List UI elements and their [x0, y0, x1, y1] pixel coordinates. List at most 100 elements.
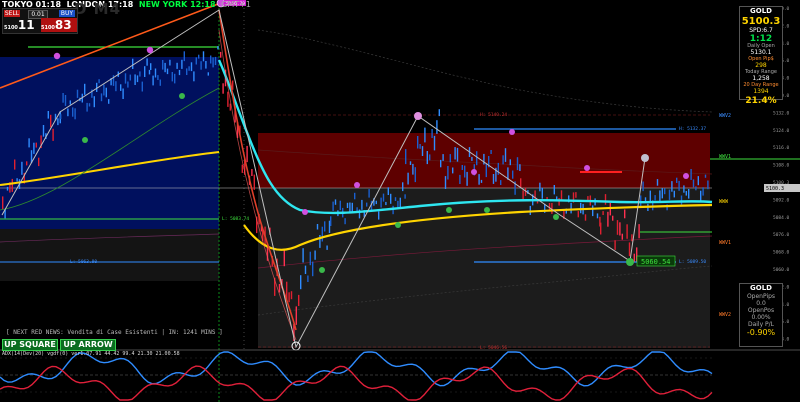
candle: [241, 164, 243, 173]
pivot-low-marker: [82, 137, 88, 143]
candle: [169, 59, 171, 66]
candle: [127, 81, 129, 88]
candle: [326, 245, 328, 250]
oscillator-label: ADX(14)Dev(20) vgdf(0) ver1.07.91 44.42 …: [2, 351, 180, 357]
candle: [207, 72, 209, 76]
candle: [332, 201, 334, 211]
candle: [604, 194, 607, 205]
candle: [129, 74, 131, 81]
candle: [692, 179, 695, 188]
up-square-button[interactable]: UP SQUARE: [2, 339, 58, 351]
account-panel: GOLD OpenPips 0.0 OpenPos 0.00% Daily P/…: [739, 283, 783, 347]
candle: [387, 187, 389, 195]
pivot-low-marker: [319, 267, 325, 273]
candle: [295, 306, 297, 325]
candle: [278, 283, 281, 293]
candle: [222, 83, 224, 94]
candle: [656, 179, 659, 186]
candle: [159, 79, 161, 86]
buy-button[interactable]: BUY: [59, 10, 75, 17]
candle: [298, 294, 300, 306]
candle: [115, 81, 117, 92]
candle: [198, 54, 200, 59]
candle: [346, 202, 349, 208]
candle: [330, 216, 332, 226]
candle: [697, 176, 699, 186]
candle: [122, 88, 124, 99]
sell-button[interactable]: SELL: [4, 10, 20, 17]
candle: [105, 87, 107, 98]
candle: [375, 200, 377, 205]
candle: [202, 51, 205, 62]
candle: [490, 150, 492, 154]
candle: [171, 72, 173, 82]
price-chart[interactable]: WWV2 WWV1 WWW WWV1 WWV2 H: 5132.37 L: 50…: [0, 0, 800, 402]
candle: [134, 74, 136, 85]
candle: [11, 178, 13, 192]
candle: [146, 58, 148, 66]
candle: [76, 89, 79, 98]
pivot-low-marker: [179, 93, 185, 99]
wwv2-top-label: WWV2: [719, 113, 731, 119]
price-axis-tick: 5116.0: [773, 145, 790, 151]
low-level-label: L: 5089.50: [679, 259, 706, 265]
pivot-high-marker: [146, 46, 154, 54]
ask-price[interactable]: 510083: [41, 18, 77, 32]
candle: [417, 136, 419, 149]
candle: [124, 73, 127, 84]
candle: [205, 61, 207, 69]
bid-price[interactable]: 510011: [4, 18, 40, 32]
candle: [148, 69, 151, 75]
candle: [471, 156, 473, 161]
candle: [502, 155, 504, 165]
candle: [539, 182, 541, 192]
candle: [368, 189, 370, 198]
candle: [480, 179, 483, 183]
candle: [144, 66, 146, 77]
candle: [452, 167, 454, 174]
candle: [93, 96, 95, 108]
candle: [157, 75, 159, 80]
candle: [2, 196, 4, 210]
candle: [316, 224, 319, 230]
candle: [577, 211, 579, 218]
up-arrow-button[interactable]: UP ARROW: [60, 339, 116, 351]
candle: [600, 222, 602, 235]
price-axis-tick: 5108.0: [773, 163, 790, 169]
candle: [88, 103, 91, 107]
left-level-label: L: 5083.74: [222, 216, 249, 222]
info-range20: 1394: [753, 88, 769, 95]
candle: [42, 125, 45, 137]
candle: [378, 211, 380, 220]
candle: [64, 95, 67, 106]
candle: [50, 114, 52, 128]
candle: [704, 174, 707, 178]
candle: [302, 248, 304, 263]
candle: [424, 127, 426, 143]
candle: [429, 154, 431, 161]
candle: [380, 197, 382, 208]
candle: [596, 213, 599, 219]
candle: [174, 73, 176, 84]
candle: [178, 70, 181, 76]
candle: [312, 261, 314, 277]
candle: [500, 180, 502, 185]
candle: [72, 107, 74, 117]
candle: [246, 145, 248, 163]
candle: [139, 71, 141, 77]
candle: [361, 199, 363, 210]
candle: [190, 62, 193, 72]
candle: [188, 66, 190, 71]
pivot-low-marker: [626, 258, 634, 266]
candle: [251, 169, 253, 176]
candle: [60, 114, 62, 119]
candle: [314, 250, 316, 260]
candle: [442, 154, 444, 161]
candle: [520, 178, 522, 188]
candle: [67, 108, 69, 117]
candle: [690, 169, 692, 180]
candle: [164, 62, 166, 73]
wwv2-bottom-label: WWV2: [719, 312, 731, 318]
price-axis-tick: 5132.0: [773, 110, 790, 116]
candle: [132, 58, 134, 69]
